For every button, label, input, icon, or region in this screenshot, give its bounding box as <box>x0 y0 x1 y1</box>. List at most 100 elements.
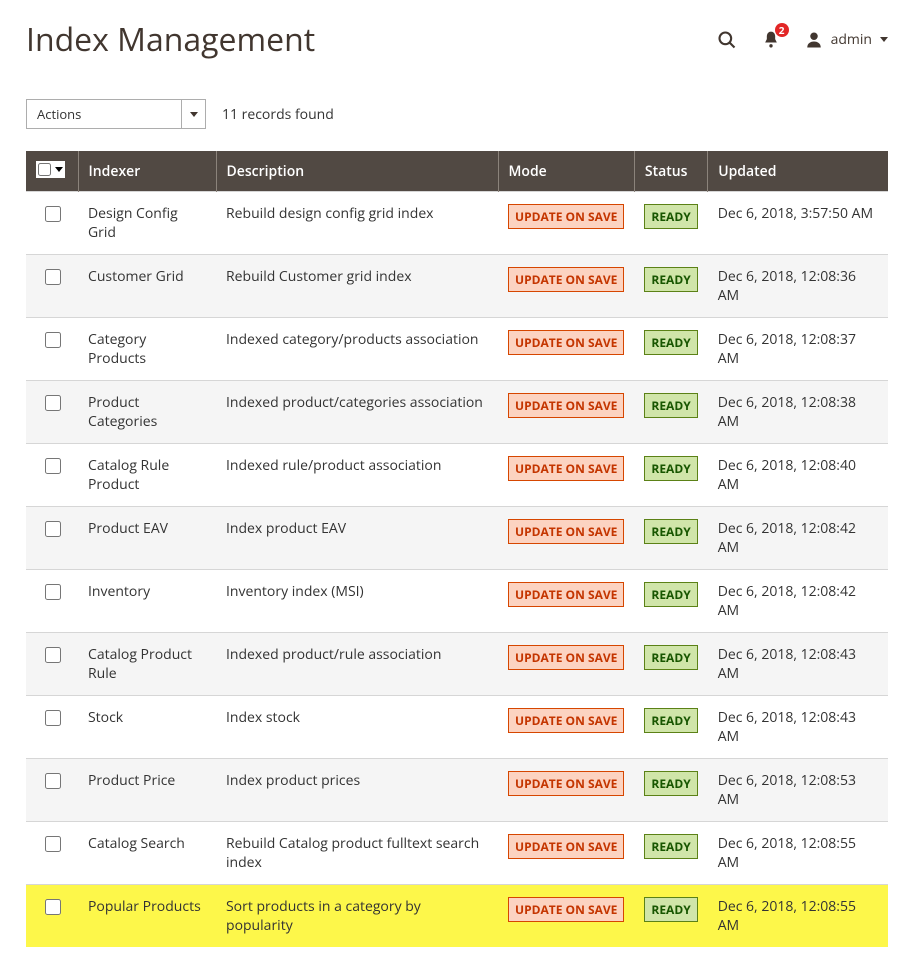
admin-account-menu[interactable]: admin <box>805 30 888 49</box>
mode-cell: UPDATE ON SAVE <box>498 633 634 696</box>
table-row: Product CategoriesIndexed product/catego… <box>26 381 888 444</box>
row-checkbox[interactable] <box>45 206 61 222</box>
row-checkbox[interactable] <box>45 773 61 789</box>
row-checkbox[interactable] <box>45 521 61 537</box>
status-badge: READY <box>644 393 697 418</box>
table-row: Catalog SearchRebuild Catalog product fu… <box>26 822 888 885</box>
indexer-name: Product Categories <box>78 381 216 444</box>
status-cell: READY <box>634 570 707 633</box>
chevron-down-icon <box>181 100 205 128</box>
updated-cell: Dec 6, 2018, 12:08:42 AM <box>708 570 888 633</box>
mode-cell: UPDATE ON SAVE <box>498 885 634 948</box>
mode-cell: UPDATE ON SAVE <box>498 507 634 570</box>
indexer-description: Indexed rule/product association <box>216 444 498 507</box>
page-title: Index Management <box>26 18 315 61</box>
indexer-name: Design Config Grid <box>78 192 216 255</box>
status-badge: READY <box>644 519 697 544</box>
status-cell: READY <box>634 318 707 381</box>
row-checkbox[interactable] <box>45 458 61 474</box>
index-grid: Indexer Description Mode Status Updated … <box>26 151 888 947</box>
row-checkbox-cell <box>26 444 78 507</box>
status-cell: READY <box>634 381 707 444</box>
mode-cell: UPDATE ON SAVE <box>498 381 634 444</box>
row-checkbox[interactable] <box>45 332 61 348</box>
mode-cell: UPDATE ON SAVE <box>498 255 634 318</box>
user-icon <box>805 31 823 49</box>
row-checkbox-cell <box>26 318 78 381</box>
indexer-name: Category Products <box>78 318 216 381</box>
row-checkbox-cell <box>26 633 78 696</box>
toolbar: Actions 11 records found <box>26 99 888 129</box>
row-checkbox[interactable] <box>45 584 61 600</box>
updated-cell: Dec 6, 2018, 3:57:50 AM <box>708 192 888 255</box>
status-cell: READY <box>634 696 707 759</box>
indexer-description: Indexed product/rule association <box>216 633 498 696</box>
indexer-name: Inventory <box>78 570 216 633</box>
notification-badge: 2 <box>775 23 789 37</box>
col-status[interactable]: Status <box>634 151 707 192</box>
status-badge: READY <box>644 582 697 607</box>
updated-cell: Dec 6, 2018, 12:08:55 AM <box>708 822 888 885</box>
select-all-header[interactable] <box>26 151 78 192</box>
table-row: Category ProductsIndexed category/produc… <box>26 318 888 381</box>
row-checkbox[interactable] <box>45 647 61 663</box>
col-description[interactable]: Description <box>216 151 498 192</box>
mode-cell: UPDATE ON SAVE <box>498 444 634 507</box>
chevron-down-icon <box>880 37 888 42</box>
mode-badge: UPDATE ON SAVE <box>508 204 624 229</box>
mode-cell: UPDATE ON SAVE <box>498 318 634 381</box>
mode-badge: UPDATE ON SAVE <box>508 456 624 481</box>
mode-cell: UPDATE ON SAVE <box>498 570 634 633</box>
table-row: Product PriceIndex product pricesUPDATE … <box>26 759 888 822</box>
records-count: 11 records found <box>222 105 334 124</box>
indexer-name: Product EAV <box>78 507 216 570</box>
indexer-name: Popular Products <box>78 885 216 948</box>
actions-dropdown[interactable]: Actions <box>26 99 206 129</box>
row-checkbox-cell <box>26 255 78 318</box>
mode-badge: UPDATE ON SAVE <box>508 393 624 418</box>
row-checkbox[interactable] <box>45 269 61 285</box>
mode-badge: UPDATE ON SAVE <box>508 645 624 670</box>
mode-cell: UPDATE ON SAVE <box>498 696 634 759</box>
status-cell: READY <box>634 759 707 822</box>
updated-cell: Dec 6, 2018, 12:08:55 AM <box>708 885 888 948</box>
mode-badge: UPDATE ON SAVE <box>508 519 624 544</box>
updated-cell: Dec 6, 2018, 12:08:43 AM <box>708 633 888 696</box>
table-row: Design Config GridRebuild design config … <box>26 192 888 255</box>
status-badge: READY <box>644 834 697 859</box>
table-row: StockIndex stockUPDATE ON SAVEREADYDec 6… <box>26 696 888 759</box>
indexer-name: Catalog Search <box>78 822 216 885</box>
status-cell: READY <box>634 507 707 570</box>
indexer-description: Index product prices <box>216 759 498 822</box>
status-cell: READY <box>634 633 707 696</box>
col-indexer[interactable]: Indexer <box>78 151 216 192</box>
status-badge: READY <box>644 456 697 481</box>
select-all-checkbox[interactable] <box>38 163 51 176</box>
indexer-name: Stock <box>78 696 216 759</box>
status-cell: READY <box>634 192 707 255</box>
username-label: admin <box>831 30 872 49</box>
search-icon[interactable] <box>717 30 737 50</box>
col-updated[interactable]: Updated <box>708 151 888 192</box>
status-badge: READY <box>644 267 697 292</box>
status-cell: READY <box>634 822 707 885</box>
actions-dropdown-label: Actions <box>27 100 181 128</box>
indexer-description: Rebuild design config grid index <box>216 192 498 255</box>
table-row: Catalog Product RuleIndexed product/rule… <box>26 633 888 696</box>
mode-cell: UPDATE ON SAVE <box>498 192 634 255</box>
updated-cell: Dec 6, 2018, 12:08:42 AM <box>708 507 888 570</box>
status-cell: READY <box>634 885 707 948</box>
updated-cell: Dec 6, 2018, 12:08:53 AM <box>708 759 888 822</box>
row-checkbox[interactable] <box>45 710 61 726</box>
updated-cell: Dec 6, 2018, 12:08:36 AM <box>708 255 888 318</box>
indexer-description: Sort products in a category by popularit… <box>216 885 498 948</box>
status-cell: READY <box>634 255 707 318</box>
indexer-name: Catalog Rule Product <box>78 444 216 507</box>
row-checkbox[interactable] <box>45 899 61 915</box>
row-checkbox[interactable] <box>45 836 61 852</box>
row-checkbox[interactable] <box>45 395 61 411</box>
row-checkbox-cell <box>26 822 78 885</box>
row-checkbox-cell <box>26 192 78 255</box>
col-mode[interactable]: Mode <box>498 151 634 192</box>
notifications-icon[interactable]: 2 <box>761 29 781 51</box>
